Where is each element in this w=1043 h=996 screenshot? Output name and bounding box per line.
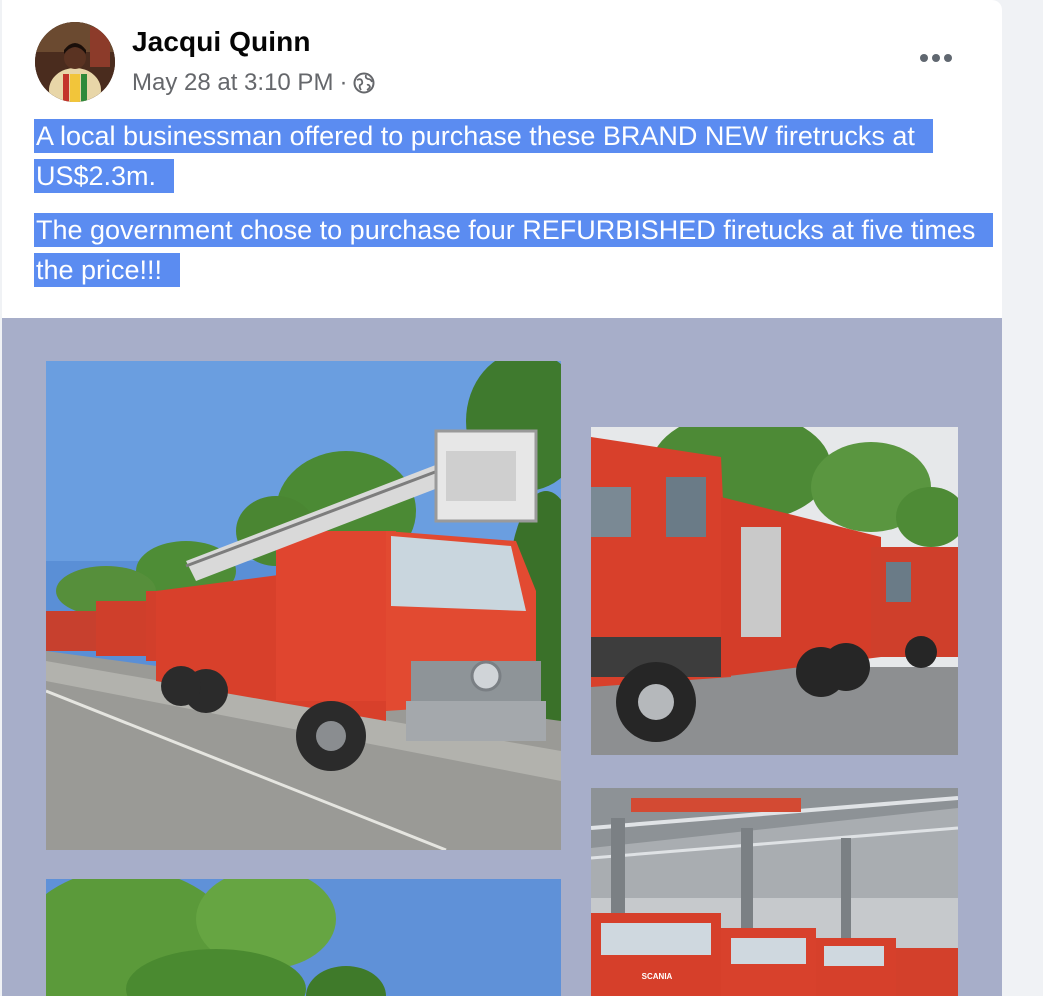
scania-badge: SCANIA <box>642 972 673 981</box>
page: Jacqui Quinn May 28 at 3:10 PM · A local… <box>0 0 1043 996</box>
post-paragraph-1: A local businessman offered to purchase … <box>34 116 984 196</box>
photo-factory-firetrucks[interactable]: SCANIA <box>591 788 958 996</box>
author-name[interactable]: Jacqui Quinn <box>132 26 311 58</box>
post-paragraph-1-text: A local businessman offered to purchase … <box>34 119 933 193</box>
more-options-icon <box>920 54 952 62</box>
photo-trees-sky[interactable] <box>46 879 561 996</box>
meta-separator: · <box>339 69 348 96</box>
post-timestamp[interactable]: May 28 at 3:10 PM <box>132 69 333 97</box>
post-media-gallery: SCANIA <box>2 318 1002 996</box>
post-card: Jacqui Quinn May 28 at 3:10 PM · A local… <box>2 0 1002 996</box>
photo-tanker-firetrucks[interactable] <box>591 427 958 755</box>
post-paragraph-2-text: The government chose to purchase four RE… <box>34 213 994 287</box>
post-text: A local businessman offered to purchase … <box>34 116 994 304</box>
avatar-image <box>35 22 115 102</box>
post-paragraph-2: The government chose to purchase four RE… <box>34 210 994 290</box>
photo-ladder-firetruck[interactable] <box>46 361 561 850</box>
more-options-button[interactable] <box>908 40 964 76</box>
author-avatar[interactable] <box>35 22 115 102</box>
globe-icon[interactable] <box>353 72 375 94</box>
post-meta: May 28 at 3:10 PM · <box>132 68 375 98</box>
